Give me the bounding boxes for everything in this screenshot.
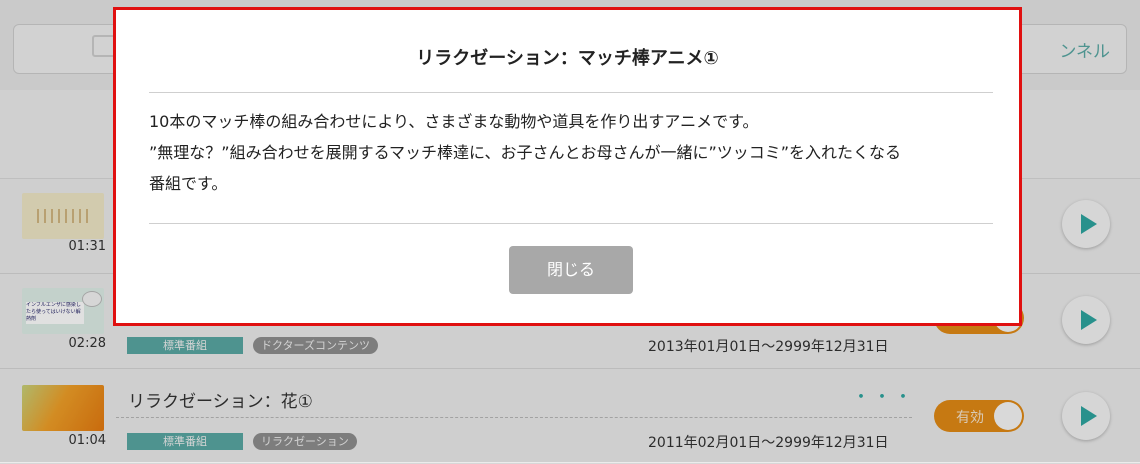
divider [149, 223, 993, 224]
close-button[interactable]: 閉じる [509, 246, 633, 294]
program-detail-dialog: リラクゼーション：マッチ棒アニメ① 10本のマッチ棒の組み合わせにより、さまざま… [113, 7, 1022, 326]
divider [149, 92, 993, 93]
description-line: 番組です。 [149, 174, 228, 193]
dialog-description: 10本のマッチ棒の組み合わせにより、さまざまな動物や道具を作り出すアニメです。 … [149, 106, 999, 199]
description-line: ”無理な？”組み合わせを展開するマッチ棒達に、お子さんとお母さんが一緒に”ツッコ… [149, 143, 902, 162]
description-line: 10本のマッチ棒の組み合わせにより、さまざまな動物や道具を作り出すアニメです。 [149, 112, 759, 131]
dialog-title: リラクゼーション：マッチ棒アニメ① [416, 48, 719, 69]
